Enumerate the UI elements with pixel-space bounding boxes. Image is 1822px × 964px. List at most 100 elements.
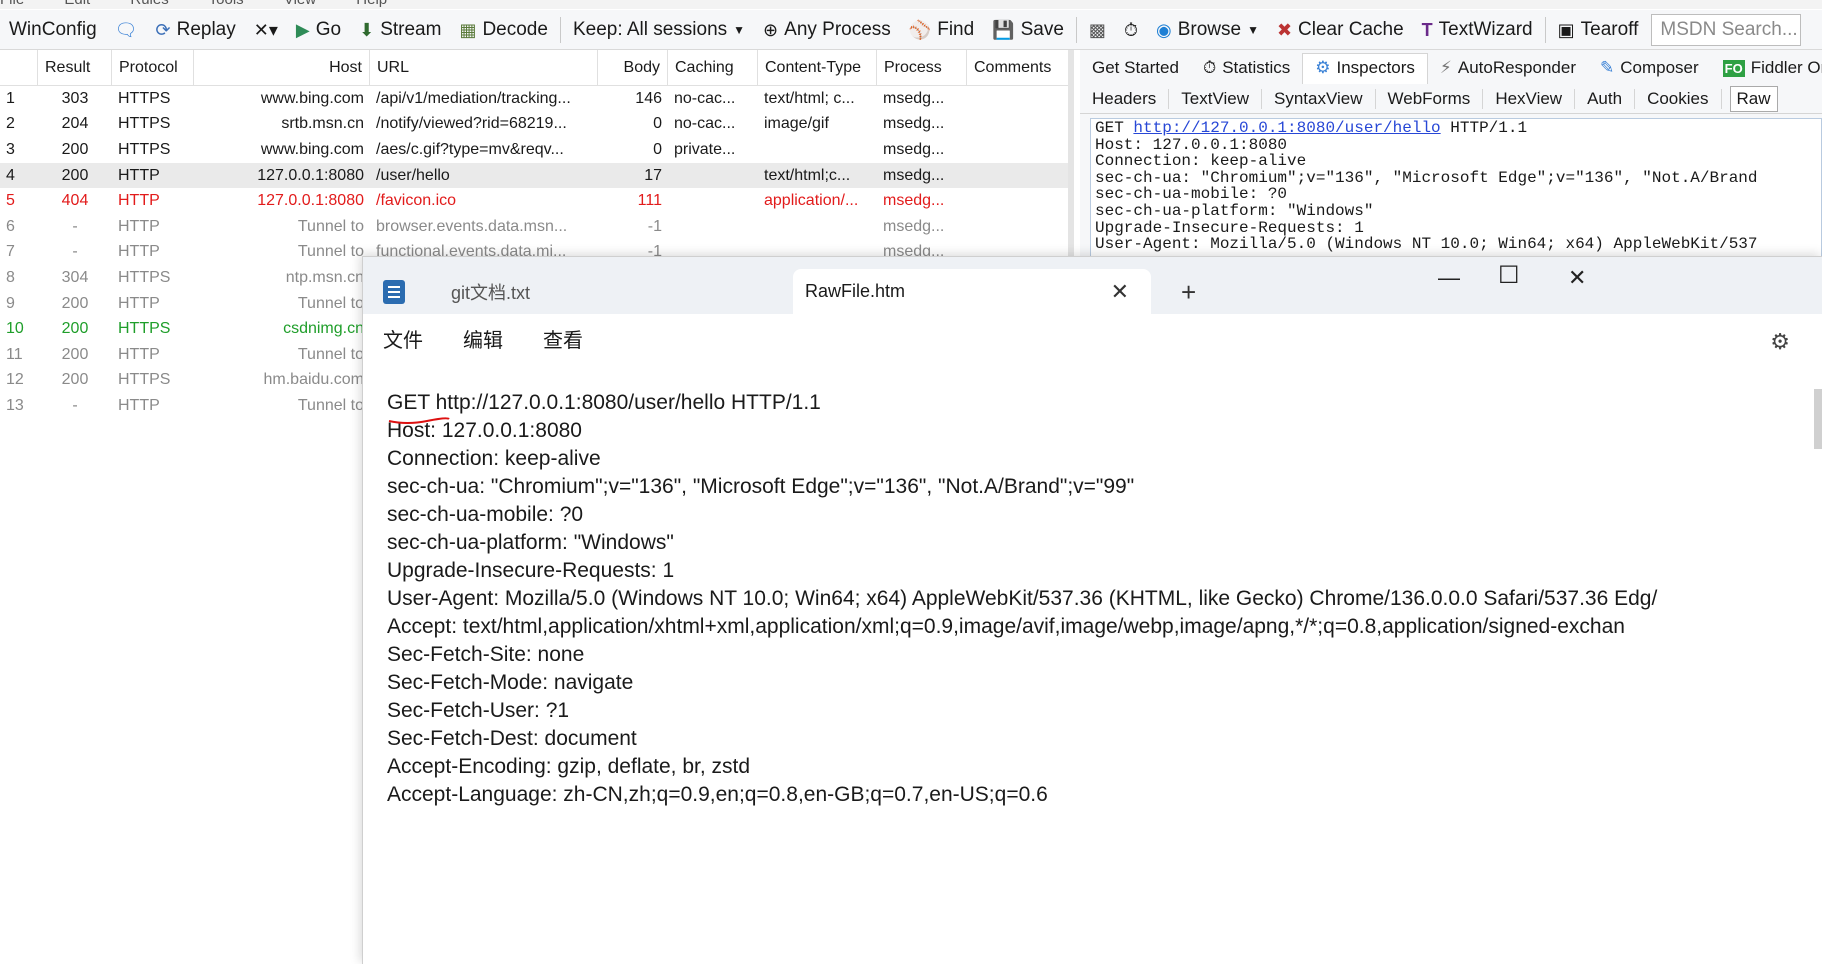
- col-header-protocol[interactable]: Protocol: [112, 50, 194, 85]
- textwizard-button[interactable]: T TextWizard: [1413, 19, 1542, 41]
- stopwatch-icon: ⏱: [1202, 58, 1217, 77]
- keep-label: Keep: All sessions: [572, 18, 728, 40]
- cell-url: /api/v1/mediation/tracking...: [376, 89, 571, 107]
- table-row[interactable]: 3 200 HTTPS www.bing.com/aes/c.gif?type=mv&…: [0, 137, 1068, 163]
- menu-bar: File Edit Rules Tools View Help: [0, 0, 1822, 9]
- cell-host: srtb.msn.cn: [281, 115, 364, 133]
- tab-composer[interactable]: ✎ Composer: [1588, 58, 1711, 84]
- col-header-number[interactable]: [0, 50, 38, 85]
- menu-edit[interactable]: Edit: [64, 0, 90, 8]
- notepad-text-area[interactable]: GET http://127.0.0.1:8080/user/hello HTT…: [387, 389, 1822, 809]
- tearoff-button[interactable]: ▣ Tearoff: [1549, 19, 1648, 41]
- subtab-headers[interactable]: Headers: [1080, 88, 1170, 109]
- comment-button[interactable]: 🗨: [106, 21, 147, 39]
- table-row[interactable]: 2 204 HTTPS srtb.msn.cn/notify/viewed?rid=6…: [0, 112, 1068, 138]
- col-header-process[interactable]: Process: [877, 50, 967, 85]
- browser-icon: ◉: [1155, 19, 1172, 40]
- raw-header-line: Host: 127.0.0.1:8080: [1095, 135, 1288, 154]
- tab-label: Inspectors: [1336, 58, 1415, 77]
- table-row[interactable]: 4 200 HTTP 127.0.0.1:8080/user/hello 17 text/…: [0, 162, 1068, 189]
- scrollbar[interactable]: [1814, 389, 1822, 449]
- cell-n: 9: [6, 294, 15, 312]
- cell-host: Tunnel to: [297, 243, 364, 261]
- snapshot-button[interactable]: ▩: [1080, 21, 1115, 39]
- close-window-button[interactable]: ✕: [1568, 265, 1586, 291]
- cell-n: 8: [6, 268, 15, 286]
- maximize-button[interactable]: ☐: [1498, 261, 1520, 290]
- subtab-textview[interactable]: TextView: [1169, 88, 1262, 109]
- tab-title: RawFile.htm: [805, 281, 906, 301]
- col-header-content-type[interactable]: Content-Type: [758, 50, 877, 85]
- crosshair-icon: ⊕: [763, 19, 779, 40]
- col-header-url[interactable]: URL: [370, 50, 598, 85]
- compose-icon: ✎: [1600, 58, 1615, 77]
- cell-result: 200: [61, 320, 89, 338]
- stream-button[interactable]: ⬇ Stream: [350, 19, 450, 41]
- subtab-cookies[interactable]: Cookies: [1635, 88, 1722, 109]
- browse-button[interactable]: ◉ Browse ▼: [1147, 19, 1268, 41]
- clear-cache-button[interactable]: ✖ Clear Cache: [1268, 19, 1413, 41]
- subtab-raw[interactable]: Raw: [1729, 85, 1778, 112]
- table-row[interactable]: 6 - HTTP Tunnel to browser.events.data.msn..…: [0, 214, 1068, 240]
- menu-help[interactable]: Help: [356, 0, 387, 8]
- tab-inspectors[interactable]: ⚙ Inspectors: [1302, 53, 1428, 84]
- any-process-button[interactable]: ⊕ Any Process: [754, 19, 900, 41]
- eraser-icon: ✖: [1276, 19, 1293, 40]
- replay-button[interactable]: ⟳ Replay: [147, 19, 245, 41]
- tab-rawfile[interactable]: RawFile.htm ✕: [793, 269, 1151, 314]
- tab-get-started[interactable]: Get Started: [1080, 58, 1191, 84]
- col-header-comments[interactable]: Comments: [967, 50, 1067, 85]
- cell-host: hm.baidu.com: [263, 371, 365, 389]
- cell-protocol: HTTPS: [118, 115, 171, 133]
- msdn-search-input[interactable]: MSDN Search...: [1651, 13, 1802, 46]
- col-header-result[interactable]: Result: [38, 50, 112, 85]
- cell-n: 3: [6, 140, 15, 158]
- find-button[interactable]: ⚾ Find: [900, 19, 983, 41]
- save-button[interactable]: 💾 Save: [983, 19, 1073, 41]
- menu-rules[interactable]: Rules: [130, 0, 168, 8]
- cell-result: 200: [61, 140, 89, 158]
- cell-process: msedg...: [883, 166, 945, 184]
- subtab-auth[interactable]: Auth: [1575, 88, 1636, 109]
- minimize-button[interactable]: —: [1438, 265, 1460, 291]
- remove-button[interactable]: ✕▾: [245, 21, 287, 39]
- timer-button[interactable]: ⏱: [1115, 21, 1147, 39]
- menu-edit-zh[interactable]: 编辑: [463, 324, 503, 353]
- new-tab-button[interactable]: +: [1181, 277, 1196, 308]
- menu-view[interactable]: View: [284, 0, 316, 8]
- browse-label: Browse: [1177, 18, 1242, 40]
- col-header-body[interactable]: Body: [598, 50, 668, 85]
- settings-gear-icon[interactable]: ⚙: [1770, 329, 1790, 355]
- menu-file-zh[interactable]: 文件: [383, 324, 423, 353]
- keep-sessions-dropdown[interactable]: Keep: All sessions ▼: [564, 19, 754, 41]
- raw-request-link[interactable]: http://127.0.0.1:8080/user/hello: [1133, 119, 1440, 137]
- winconfig-button[interactable]: WinConfig: [0, 19, 106, 41]
- close-tab-icon[interactable]: ✕: [1111, 279, 1129, 305]
- table-row[interactable]: 1 303 HTTPS www.bing.com/api/v1/mediation/t…: [0, 86, 1068, 112]
- tab-fiddler-orchestra[interactable]: FO Fiddler Or: [1711, 58, 1822, 84]
- cell-protocol: HTTP: [118, 396, 160, 414]
- go-button[interactable]: ▶ Go: [287, 19, 350, 41]
- table-row[interactable]: 5 404 HTTP 127.0.0.1:8080/favicon.ico 111 app…: [0, 188, 1068, 214]
- cell-ctype: application/...: [764, 192, 859, 210]
- raw-request-view[interactable]: GET http://127.0.0.1:8080/user/hello HTT…: [1090, 118, 1822, 258]
- subtab-syntaxview[interactable]: SyntaxView: [1262, 88, 1376, 109]
- raw-request-line: GET http://127.0.0.1:8080/user/hello HTT…: [1095, 119, 1528, 137]
- menu-view-zh[interactable]: 查看: [543, 324, 583, 353]
- cell-body: 146: [635, 89, 662, 107]
- subtab-webforms[interactable]: WebForms: [1376, 88, 1484, 109]
- cell-caching: private...: [674, 140, 736, 158]
- tab-git-doc[interactable]: git文档.txt: [363, 269, 791, 314]
- col-header-host[interactable]: Host: [194, 50, 370, 85]
- tab-statistics[interactable]: ⏱ Statistics: [1191, 58, 1302, 84]
- inspector-subtabs: Headers TextView SyntaxView WebForms Hex…: [1080, 84, 1822, 114]
- tab-autoresponder[interactable]: ⚡ AutoResponder: [1428, 58, 1588, 84]
- replay-label: Replay: [176, 18, 236, 40]
- decode-button[interactable]: ▦ Decode: [450, 19, 557, 41]
- subtab-hexview[interactable]: HexView: [1483, 88, 1576, 109]
- menu-tools[interactable]: Tools: [209, 0, 244, 8]
- col-header-caching[interactable]: Caching: [668, 50, 758, 85]
- cell-result: 204: [61, 115, 89, 133]
- menu-file[interactable]: File: [0, 0, 24, 8]
- cell-protocol: HTTPS: [118, 320, 171, 338]
